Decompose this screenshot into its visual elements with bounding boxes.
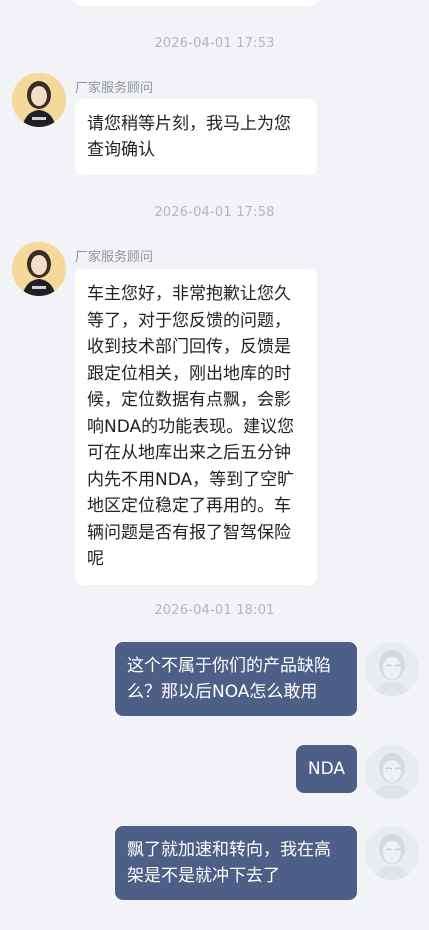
user-avatar[interactable] [365, 745, 419, 799]
user-message: NDA [296, 745, 357, 793]
message-timestamp: 2026-04-01 18:01 [154, 603, 275, 618]
agent-name: 厂家服务顾问 [75, 81, 154, 96]
agent-name: 厂家服务顾问 [75, 250, 154, 265]
user-avatar-icon [365, 642, 419, 696]
previous-message-bubble [75, 0, 317, 6]
user-message: 这个不属于你们的产品缺陷么？那以后NOA怎么敢用 [115, 642, 357, 716]
agent-message: 车主您好，非常抱歉让您久等了，对于您反馈的问题，收到技术部门回传，反馈是跟定位相… [75, 269, 317, 585]
agent-avatar[interactable] [12, 73, 66, 127]
user-message: 飘了就加速和转向，我在高架是不是就冲下去了 [115, 826, 357, 900]
user-avatar-icon [365, 745, 419, 799]
message-timestamp: 2026-04-01 17:58 [154, 205, 275, 220]
agent-avatar-icon [12, 242, 66, 296]
user-avatar-icon [365, 826, 419, 880]
agent-avatar-icon [12, 73, 66, 127]
user-avatar[interactable] [365, 642, 419, 696]
chat-thread[interactable]: 2026-04-01 17:53 厂家服务顾问 请您稍等片刻，我马上为您查询确认… [0, 0, 429, 930]
agent-avatar[interactable] [12, 242, 66, 296]
message-timestamp: 2026-04-01 17:53 [154, 36, 275, 51]
agent-message: 请您稍等片刻，我马上为您查询确认 [75, 99, 317, 175]
user-avatar[interactable] [365, 826, 419, 880]
